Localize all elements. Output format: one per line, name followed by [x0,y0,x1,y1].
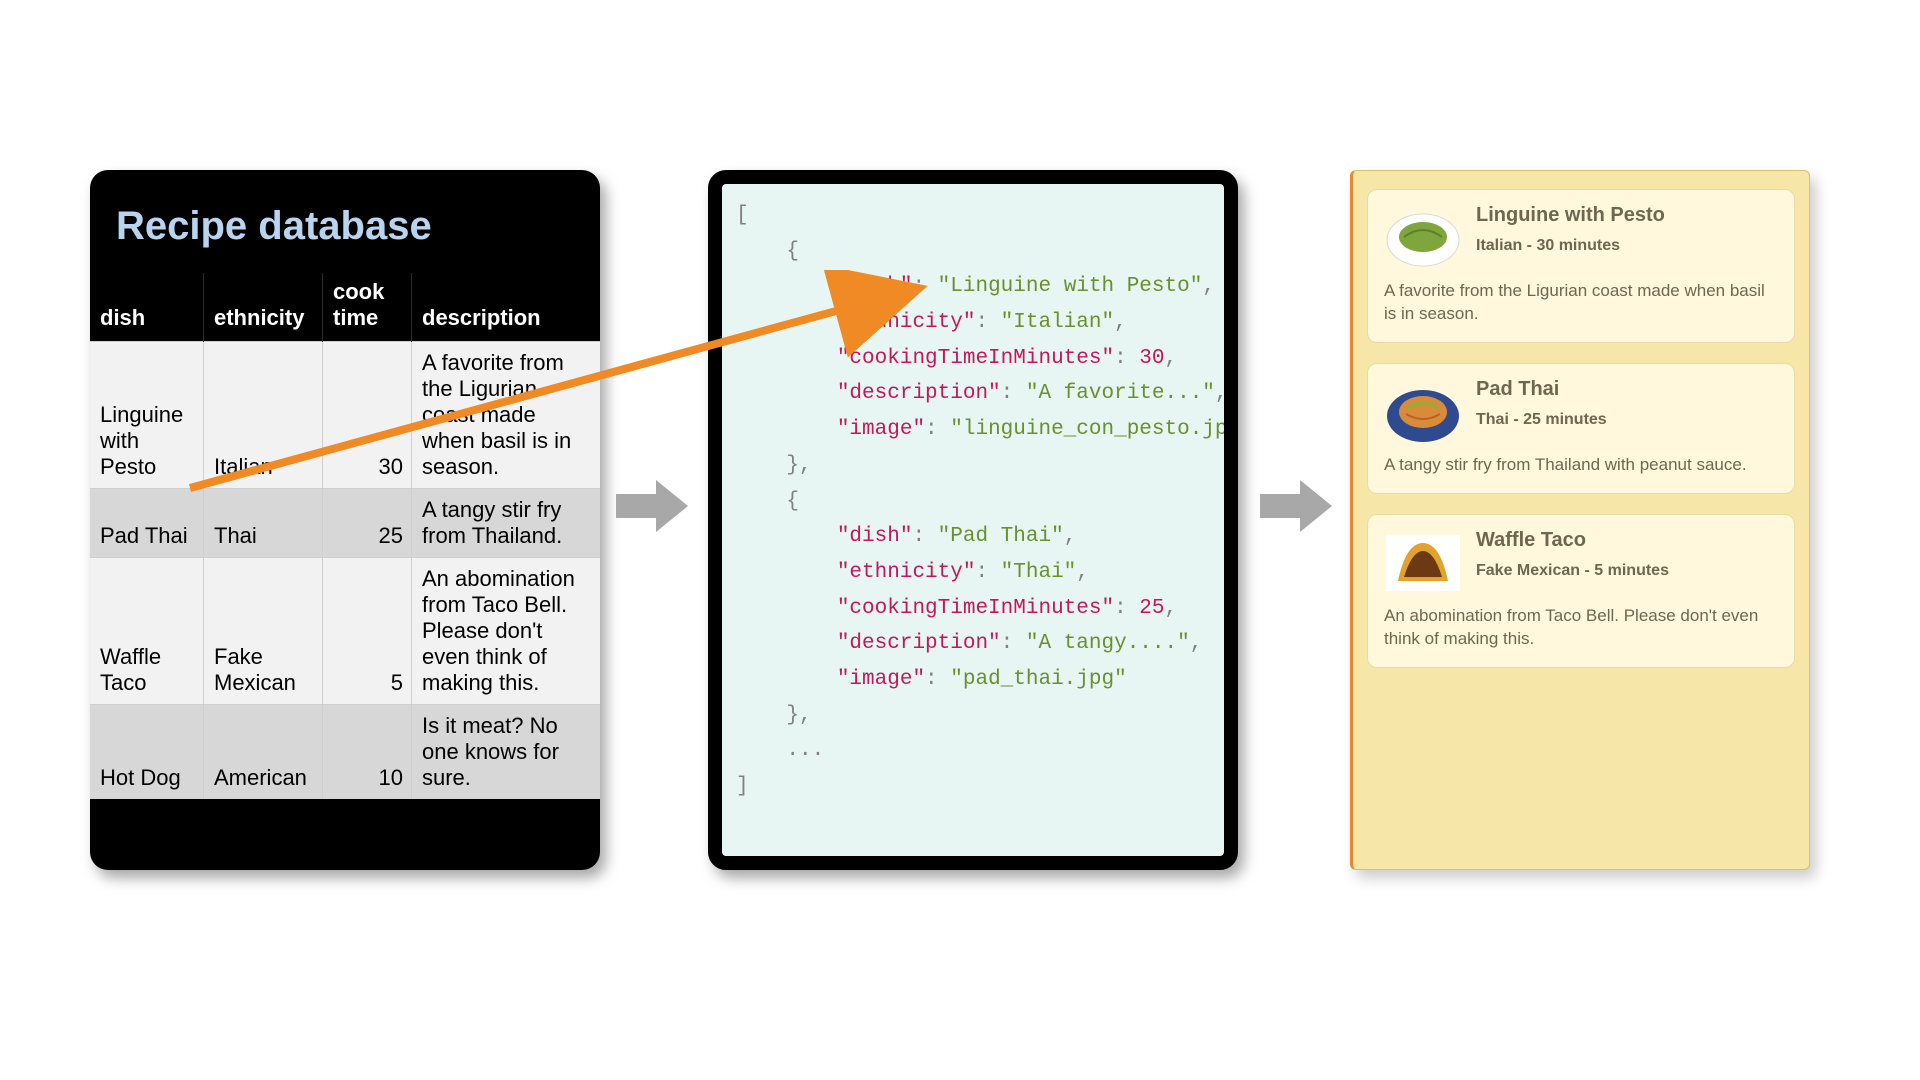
cell-time: 30 [323,342,412,489]
arrow-right-icon [616,480,688,532]
cell-time: 10 [323,705,412,800]
json-line: ] [736,775,749,798]
col-header-description: description [412,273,601,342]
json-key: "dish" [837,525,913,548]
json-key: "cookingTimeInMinutes" [837,597,1114,620]
dish-image-icon [1384,378,1462,444]
json-value: "Italian" [1001,311,1114,334]
card-description: A tangy stir fry from Thailand with pean… [1384,454,1778,477]
col-header-cooktime: cook time [323,273,412,342]
json-value: "Linguine with Pesto" [938,275,1203,298]
recipe-card: Linguine with Pesto Italian - 30 minutes… [1367,189,1795,343]
json-value: "A tangy...." [1026,632,1190,655]
json-line: { [736,490,799,513]
json-key: "dish" [837,275,913,298]
table-row: Pad Thai Thai 25 A tangy stir fry from T… [90,489,600,558]
json-value: "Pad Thai" [938,525,1064,548]
cell-dish: Pad Thai [90,489,204,558]
json-line: }, [736,454,812,477]
table-row: Linguine with Pesto Italian 30 A favorit… [90,342,600,489]
json-value: 25 [1139,597,1164,620]
card-title: Linguine with Pesto [1476,204,1665,227]
json-key: "description" [837,382,1001,405]
col-header-ethnicity: ethnicity [204,273,323,342]
recipe-card: Waffle Taco Fake Mexican - 5 minutes An … [1367,514,1795,668]
card-subtitle: Fake Mexican - 5 minutes [1476,562,1669,580]
json-panel: [ { "dish": "Linguine with Pesto", "ethn… [708,170,1238,870]
col-header-dish: dish [90,273,204,342]
json-key: "image" [837,418,925,441]
dish-image-icon [1384,529,1462,595]
cell-desc: A favorite from the Ligurian coast made … [412,342,601,489]
card-subtitle: Thai - 25 minutes [1476,411,1607,429]
cell-ethnicity: American [204,705,323,800]
card-title: Pad Thai [1476,378,1607,401]
table-row: Waffle Taco Fake Mexican 5 An abominatio… [90,558,600,705]
cell-desc: Is it meat? No one knows for sure. [412,705,601,800]
cell-time: 25 [323,489,412,558]
table-row: Hot Dog American 10 Is it meat? No one k… [90,705,600,800]
arrow-right-icon [1260,480,1332,532]
cell-ethnicity: Italian [204,342,323,489]
cell-dish: Linguine with Pesto [90,342,204,489]
json-key: "image" [837,668,925,691]
card-description: An abomination from Taco Bell. Please do… [1384,605,1778,651]
json-value: "linguine_con_pesto.jpg" [950,418,1238,441]
json-key: "cookingTimeInMinutes" [837,347,1114,370]
cell-desc: An abomination from Taco Bell. Please do… [412,558,601,705]
card-subtitle: Italian - 30 minutes [1476,237,1665,255]
dish-image-icon [1384,204,1462,270]
card-title: Waffle Taco [1476,529,1669,552]
recipe-card: Pad Thai Thai - 25 minutes A tangy stir … [1367,363,1795,494]
cell-desc: A tangy stir fry from Thailand. [412,489,601,558]
database-panel: Recipe database dish ethnicity cook time… [90,170,600,870]
json-line: { [736,240,799,263]
json-line: }, [736,704,812,727]
json-key: "ethnicity" [837,311,976,334]
json-value: "A favorite..." [1026,382,1215,405]
json-value: "pad_thai.jpg" [950,668,1126,691]
json-line: [ [736,204,749,227]
json-value: 30 [1139,347,1164,370]
cell-dish: Waffle Taco [90,558,204,705]
cell-ethnicity: Thai [204,489,323,558]
card-description: A favorite from the Ligurian coast made … [1384,280,1778,326]
database-title: Recipe database [90,170,600,273]
cell-time: 5 [323,558,412,705]
cell-ethnicity: Fake Mexican [204,558,323,705]
cell-dish: Hot Dog [90,705,204,800]
json-key: "description" [837,632,1001,655]
json-line: ... [736,739,824,762]
cards-panel: Linguine with Pesto Italian - 30 minutes… [1350,170,1810,870]
recipe-table: dish ethnicity cook time description Lin… [90,273,600,799]
json-key: "ethnicity" [837,561,976,584]
json-value: "Thai" [1001,561,1077,584]
